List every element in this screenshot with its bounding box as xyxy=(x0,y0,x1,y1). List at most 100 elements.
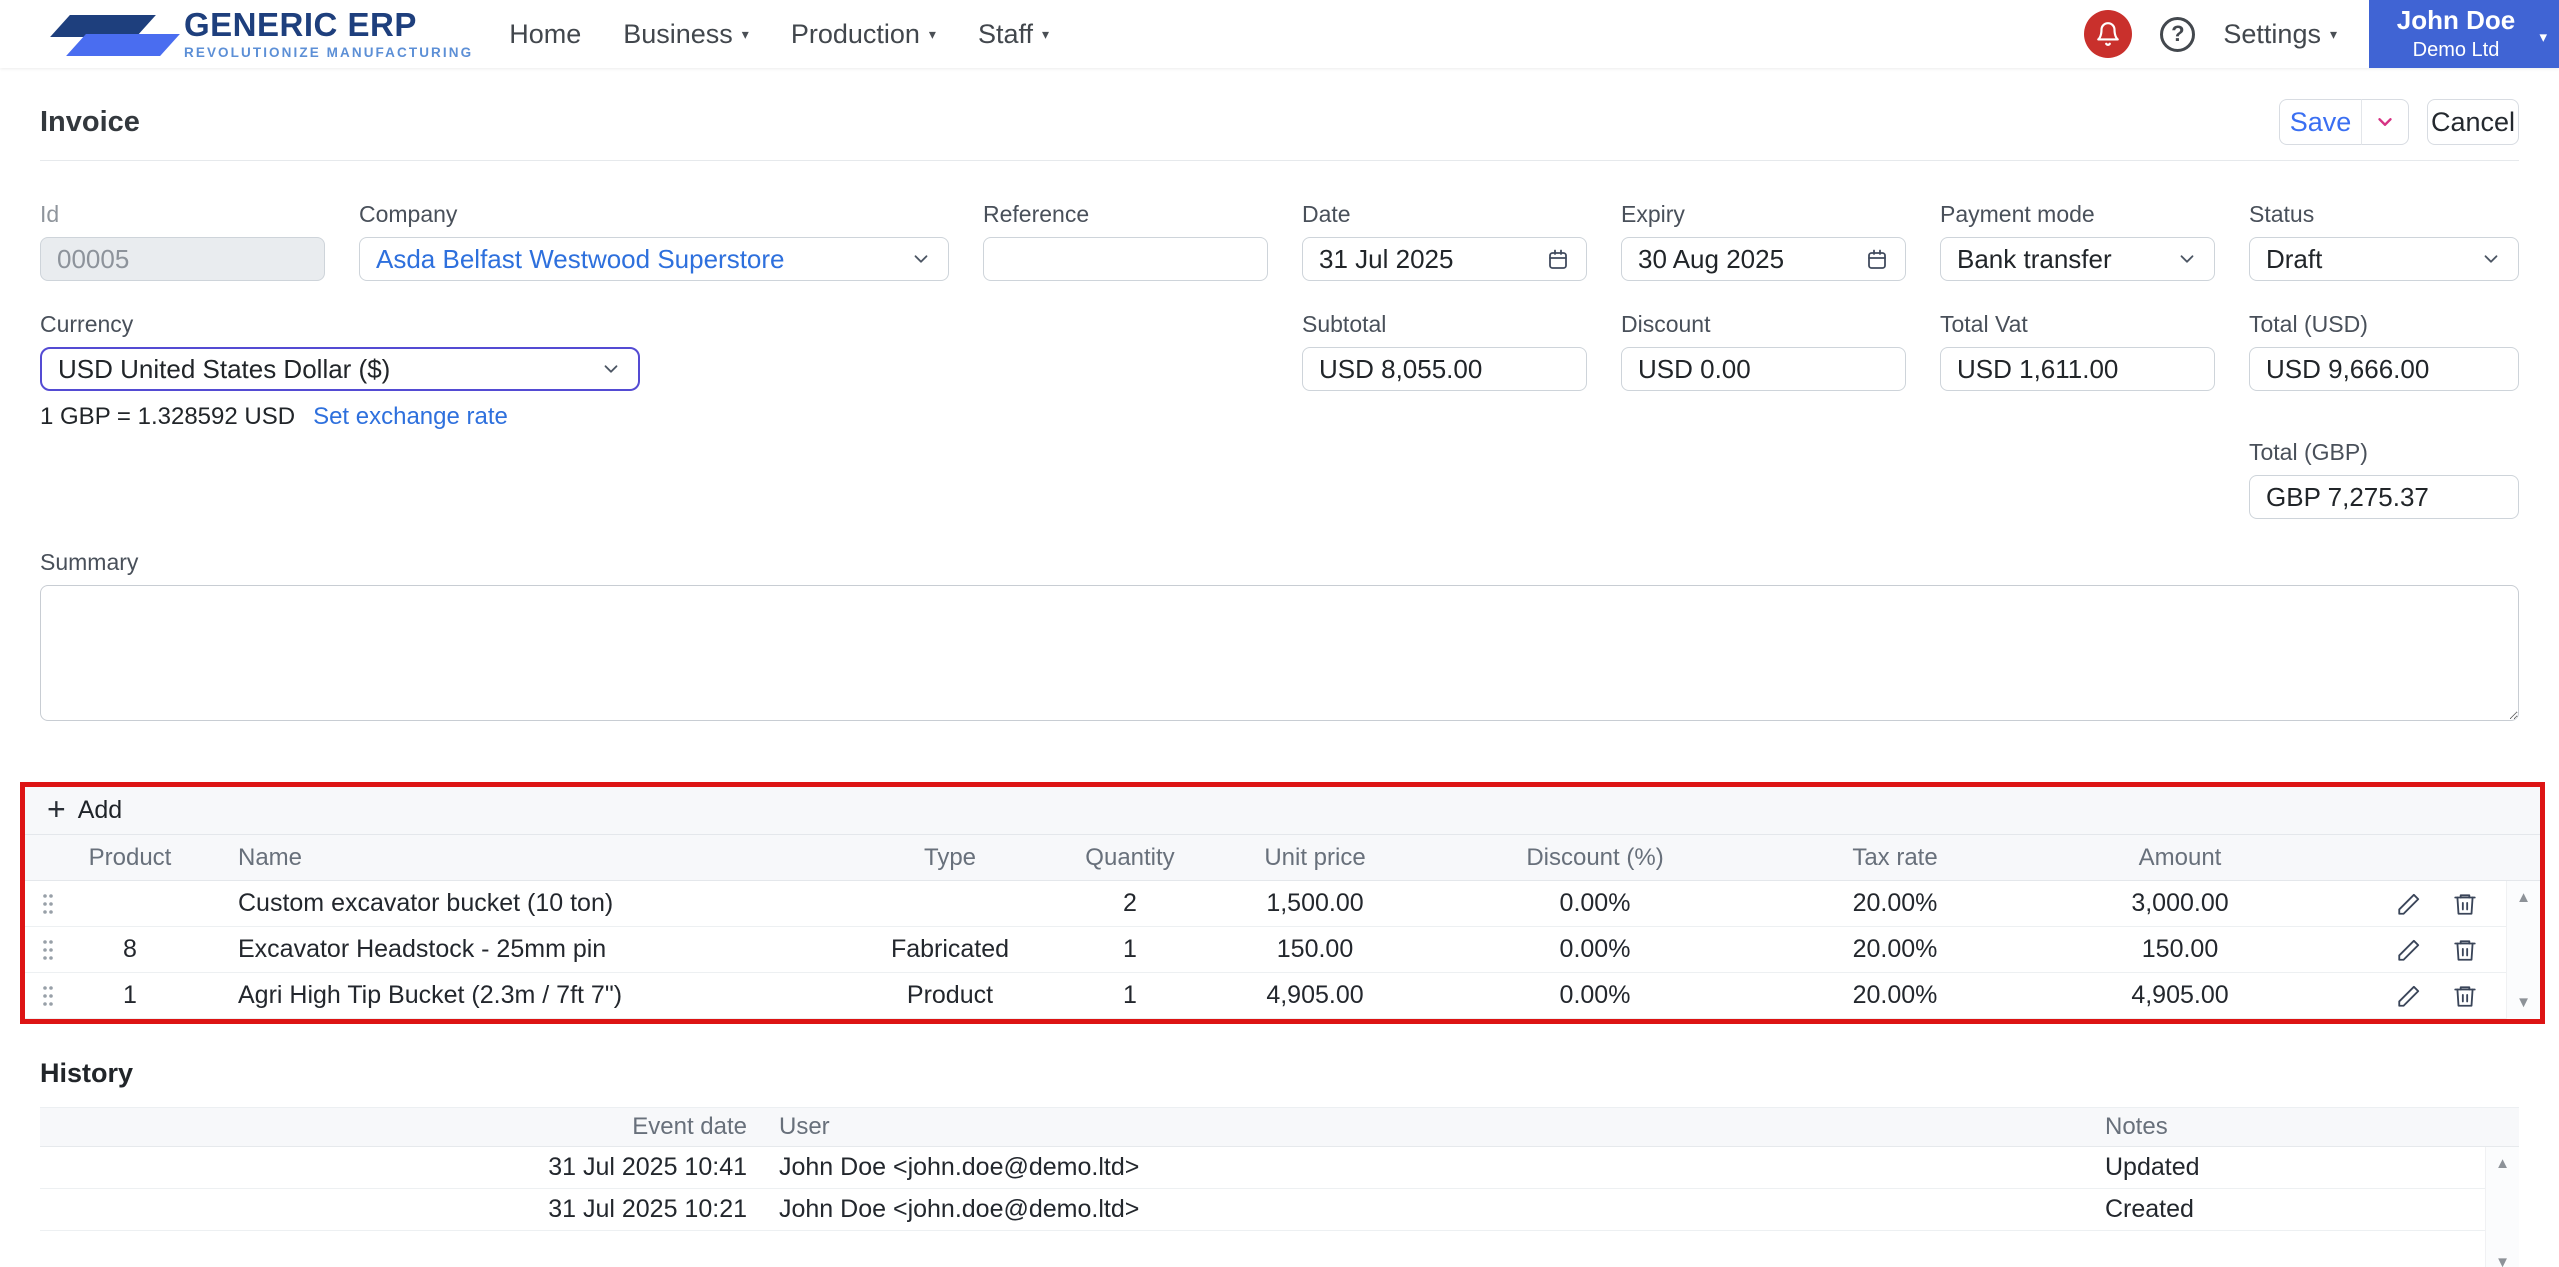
expiry-picker[interactable]: 30 Aug 2025 xyxy=(1621,237,1906,281)
drag-handle[interactable] xyxy=(25,891,70,917)
nav-item-home[interactable]: Home xyxy=(509,19,581,50)
page-content: Invoice Save Cancel Id 00005 Company Asd… xyxy=(0,98,2559,1267)
cell-discount: 0.00% xyxy=(1559,889,1631,917)
drag-handle[interactable] xyxy=(25,983,70,1009)
calendar-icon xyxy=(1868,249,1886,269)
user-menu[interactable]: John Doe Demo Ltd ▾ xyxy=(2369,0,2559,68)
logo-title: GENERIC ERP xyxy=(184,6,417,44)
total-gbp-value: GBP 7,275.37 xyxy=(2266,481,2429,512)
delete-row-button[interactable] xyxy=(2452,937,2478,963)
edit-row-button[interactable] xyxy=(2396,891,2422,917)
table-row[interactable]: 8 Excavator Headstock - 25mm pin Fabrica… xyxy=(25,927,2540,973)
cell-discount: 0.00% xyxy=(1559,935,1631,963)
payment-mode-select[interactable]: Bank transfer xyxy=(1940,237,2215,281)
scroll-down-icon[interactable]: ▼ xyxy=(2507,994,2540,1011)
total-vat-field[interactable]: USD 1,611.00 xyxy=(1940,347,2215,391)
pencil-icon xyxy=(2398,939,2420,961)
table-row[interactable]: 1 Agri High Tip Bucket (2.3m / 7ft 7") P… xyxy=(25,973,2540,1019)
set-exchange-rate-link[interactable]: Set exchange rate xyxy=(313,403,508,431)
scroll-up-icon[interactable]: ▲ xyxy=(2507,889,2540,906)
col-notes: Notes xyxy=(2105,1113,2168,1140)
cell-event-date: 31 Jul 2025 10:21 xyxy=(548,1195,747,1223)
nav-item-business[interactable]: Business ▾ xyxy=(623,19,749,50)
discount-field[interactable]: USD 0.00 xyxy=(1621,347,1906,391)
cell-product: 8 xyxy=(123,935,137,963)
col-quantity: Quantity xyxy=(1085,843,1175,871)
save-button[interactable]: Save xyxy=(2279,99,2361,145)
add-line-item-button[interactable]: Add xyxy=(78,796,122,825)
cell-event-date: 31 Jul 2025 10:41 xyxy=(548,1153,747,1181)
currency-select[interactable]: USD United States Dollar ($) xyxy=(40,347,640,391)
nav-item-production[interactable]: Production ▾ xyxy=(791,19,936,50)
cell-name: Agri High Tip Bucket (2.3m / 7ft 7") xyxy=(238,981,623,1009)
pencil-icon xyxy=(2398,985,2420,1007)
date-picker[interactable]: 31 Jul 2025 xyxy=(1302,237,1587,281)
history-title: History xyxy=(40,1058,134,1088)
calendar-icon xyxy=(1549,249,1567,269)
history-body: 31 Jul 2025 10:41 John Doe <john.doe@dem… xyxy=(40,1147,2519,1267)
settings-menu[interactable]: Settings ▾ xyxy=(2223,19,2337,50)
cell-quantity: 1 xyxy=(1123,935,1137,963)
total-usd-field[interactable]: USD 9,666.00 xyxy=(2249,347,2519,391)
discount-value: USD 0.00 xyxy=(1638,353,1751,384)
cancel-button[interactable]: Cancel xyxy=(2427,99,2519,145)
cell-unit-price: 1,500.00 xyxy=(1266,889,1364,917)
line-items-header-row: Product Name Type Quantity Unit price Di… xyxy=(25,835,2540,881)
exchange-rate-row: 1 GBP = 1.328592 USD Set exchange rate xyxy=(40,403,640,431)
line-items-panel-annotation: + Add Product Name Type Quantity Unit pr… xyxy=(20,782,2545,1024)
delete-row-button[interactable] xyxy=(2452,891,2478,917)
nav-label: Business xyxy=(623,18,733,49)
cell-user: John Doe <john.doe@demo.ltd> xyxy=(779,1195,1140,1223)
cell-type: Fabricated xyxy=(890,935,1010,963)
delete-row-button[interactable] xyxy=(2452,983,2478,1009)
edit-row-button[interactable] xyxy=(2396,937,2422,963)
cell-tax-rate: 20.00% xyxy=(1852,981,1938,1009)
cell-amount: 3,000.00 xyxy=(2131,889,2229,917)
summary-textarea[interactable] xyxy=(40,585,2519,721)
total-gbp-field[interactable]: GBP 7,275.37 xyxy=(2249,475,2519,519)
reference-input[interactable] xyxy=(983,237,1268,281)
nav-item-staff[interactable]: Staff ▾ xyxy=(978,19,1049,50)
id-value: 00005 xyxy=(57,243,130,274)
history-table: Event date User Notes 31 Jul 2025 10:41 … xyxy=(40,1107,2519,1267)
total-vat-value: USD 1,611.00 xyxy=(1957,353,2119,384)
cell-unit-price: 4,905.00 xyxy=(1266,981,1364,1009)
save-dropdown-button[interactable] xyxy=(2361,99,2409,145)
exchange-rate-note: 1 GBP = 1.328592 USD xyxy=(40,403,296,430)
reference-label: Reference xyxy=(983,201,1090,227)
currency-value: USD United States Dollar ($) xyxy=(58,353,391,384)
chevron-down-icon xyxy=(914,255,928,263)
total-gbp-label: Total (GBP) xyxy=(2249,439,2368,465)
expiry-label: Expiry xyxy=(1621,201,1685,227)
scroll-up-icon[interactable]: ▲ xyxy=(2486,1155,2519,1172)
payment-mode-value: Bank transfer xyxy=(1957,243,2112,274)
notifications-button[interactable] xyxy=(2084,10,2133,58)
table-row[interactable]: Custom excavator bucket (10 ton) 2 1,500… xyxy=(25,881,2540,927)
company-select[interactable]: Asda Belfast Westwood Superstore xyxy=(359,237,949,281)
status-label: Status xyxy=(2249,201,2315,227)
id-field: 00005 xyxy=(40,237,325,281)
cell-amount: 4,905.00 xyxy=(2131,981,2229,1009)
header-divider xyxy=(40,160,2519,161)
cell-tax-rate: 20.00% xyxy=(1852,889,1938,917)
chevron-down-icon: ▾ xyxy=(1042,26,1050,42)
history-scrollbar[interactable]: ▲ ▼ xyxy=(2485,1147,2519,1267)
discount-label: Discount xyxy=(1621,311,1711,337)
status-select[interactable]: Draft xyxy=(2249,237,2519,281)
scroll-down-icon[interactable]: ▼ xyxy=(2486,1254,2519,1267)
chevron-down-icon: ▾ xyxy=(928,26,936,42)
history-header-row: Event date User Notes xyxy=(40,1107,2519,1147)
col-discount: Discount (%) xyxy=(1526,843,1664,871)
help-button[interactable]: ? xyxy=(2160,16,2196,52)
drag-dots-icon xyxy=(42,893,53,914)
edit-row-button[interactable] xyxy=(2396,983,2422,1009)
history-empty-space xyxy=(40,1231,2519,1267)
line-items-scrollbar[interactable]: ▲ ▼ xyxy=(2506,881,2540,1019)
drag-handle[interactable] xyxy=(25,937,70,963)
app-logo[interactable]: GENERIC ERP REVOLUTIONIZE MANUFACTURING xyxy=(26,2,473,66)
subtotal-field[interactable]: USD 8,055.00 xyxy=(1302,347,1587,391)
history-section: History Event date User Notes 31 Jul 202… xyxy=(40,1058,2519,1267)
chevron-down-icon: ▾ xyxy=(2329,26,2337,42)
top-navigation-bar: GENERIC ERP REVOLUTIONIZE MANUFACTURING … xyxy=(0,0,2559,68)
cell-quantity: 1 xyxy=(1123,981,1137,1009)
